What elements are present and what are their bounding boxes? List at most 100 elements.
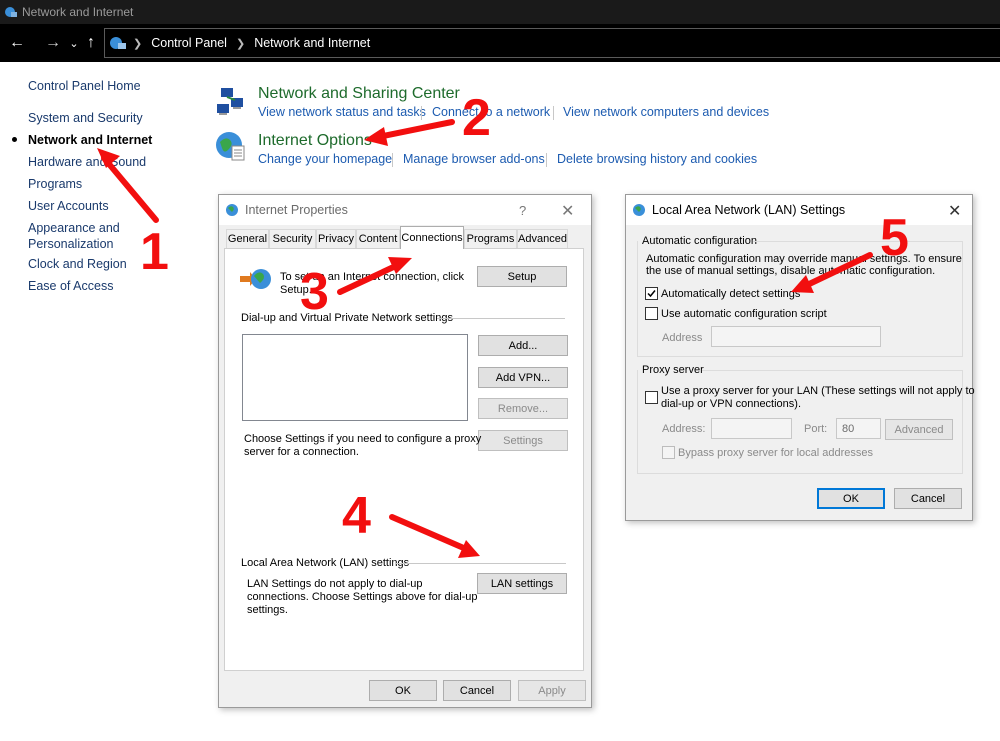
ok-button[interactable]: OK xyxy=(817,488,885,509)
sidebar-item-network-and-internet[interactable]: Network and Internet xyxy=(28,132,152,148)
navigation-bar: ← → ⌄ ↑ ❯ Control Panel ❯ Network and In… xyxy=(0,24,1000,62)
network-icon xyxy=(110,37,126,49)
bypass-proxy-label[interactable]: Bypass proxy server for local addresses xyxy=(678,447,873,460)
tab-programs[interactable]: Programs xyxy=(464,229,517,248)
dialog-title: Local Area Network (LAN) Settings xyxy=(652,203,846,217)
back-arrow-icon[interactable]: ← xyxy=(4,24,30,62)
tab-content[interactable]: Content xyxy=(356,229,400,248)
lan-description: LAN Settings do not apply to dial-up xyxy=(247,578,423,590)
up-arrow-icon[interactable]: ↑ xyxy=(82,24,100,62)
ok-button[interactable]: OK xyxy=(369,680,437,701)
window-title: Network and Internet xyxy=(22,5,134,19)
chevron-right-icon: ❯ xyxy=(235,37,246,50)
bypass-proxy-checkbox[interactable] xyxy=(662,446,675,459)
link-separator xyxy=(553,106,554,120)
sidebar-item-label: Appearance and xyxy=(28,221,120,235)
tab-privacy[interactable]: Privacy xyxy=(316,229,356,248)
add-vpn-button[interactable]: Add VPN... xyxy=(478,367,568,388)
view-network-computers-link[interactable]: View network computers and devices xyxy=(563,105,769,119)
sidebar-item-user-accounts[interactable]: User Accounts xyxy=(28,198,109,214)
breadcrumb-control-panel[interactable]: Control Panel xyxy=(151,36,227,50)
address-bar[interactable]: ❯ Control Panel ❯ Network and Internet xyxy=(104,28,1000,58)
chevron-down-icon[interactable]: ⌄ xyxy=(66,24,82,62)
auto-detect-label[interactable]: Automatically detect settings xyxy=(661,288,800,301)
cancel-button[interactable]: Cancel xyxy=(443,680,511,701)
window-title-bar: Network and Internet xyxy=(0,0,1000,24)
close-icon[interactable]: ✕ xyxy=(561,201,574,221)
remove-button[interactable]: Remove... xyxy=(478,398,568,419)
annotation-step-4: 4 xyxy=(342,487,371,545)
sidebar-item-system-and-security[interactable]: System and Security xyxy=(28,110,143,126)
apply-button[interactable]: Apply xyxy=(518,680,586,701)
dialog-title-bar: Internet Properties ? ✕ xyxy=(219,195,591,225)
network-sharing-center-title[interactable]: Network and Sharing Center xyxy=(258,85,460,103)
lan-description-line2: connections. Choose Settings above for d… xyxy=(247,591,478,603)
lan-settings-button[interactable]: LAN settings xyxy=(477,573,567,594)
sidebar-item-control-panel-home[interactable]: Control Panel Home xyxy=(28,78,141,94)
sidebar-item-programs[interactable]: Programs xyxy=(28,176,82,192)
annotation-step-1: 1 xyxy=(140,223,169,281)
active-bullet xyxy=(12,137,17,142)
proxy-hint: Choose Settings if you need to configure… xyxy=(244,433,482,445)
internet-options-icon xyxy=(633,204,645,216)
chevron-right-icon: ❯ xyxy=(133,37,143,50)
proxy-address-label: Address: xyxy=(662,423,706,435)
network-icon xyxy=(5,7,17,17)
tab-connections[interactable]: Connections xyxy=(400,226,464,249)
use-proxy-checkbox[interactable] xyxy=(645,391,658,404)
change-homepage-link[interactable]: Change your homepage xyxy=(258,152,392,166)
sidebar-item-ease-of-access[interactable]: Ease of Access xyxy=(28,278,113,294)
auto-config-script-label[interactable]: Use automatic configuration script xyxy=(661,308,827,321)
annotation-step-5: 5 xyxy=(880,209,909,267)
sidebar-item-label: Personalization xyxy=(28,237,114,251)
divider xyxy=(437,318,565,319)
use-proxy-label[interactable]: Use a proxy server for your LAN (These s… xyxy=(661,385,975,398)
link-separator xyxy=(546,153,547,167)
checkmark-icon xyxy=(647,290,656,298)
view-network-status-link[interactable]: View network status and tasks xyxy=(258,105,426,119)
internet-options-title[interactable]: Internet Options xyxy=(258,132,372,150)
settings-button[interactable]: Settings xyxy=(478,430,568,451)
forward-arrow-icon[interactable]: → xyxy=(40,24,66,62)
link-separator xyxy=(421,106,422,120)
annotation-step-3: 3 xyxy=(300,263,329,321)
tab-general[interactable]: General xyxy=(226,229,269,248)
sidebar-item-clock-and-region[interactable]: Clock and Region xyxy=(28,256,127,272)
port-label: Port: xyxy=(804,423,828,435)
connections-list[interactable] xyxy=(242,334,468,421)
sidebar-item-hardware-and-sound[interactable]: Hardware and Sound xyxy=(28,154,146,170)
network-sharing-center-icon xyxy=(217,88,243,115)
dialog-title: Internet Properties xyxy=(245,203,348,217)
script-address-input[interactable] xyxy=(711,326,881,347)
tab-advanced[interactable]: Advanced xyxy=(517,229,568,248)
manage-browser-addons-link[interactable]: Manage browser add-ons xyxy=(403,152,545,166)
divider xyxy=(702,370,963,371)
tab-security[interactable]: Security xyxy=(269,229,316,248)
use-proxy-label-line2: dial-up or VPN connections). xyxy=(661,398,802,410)
auto-detect-checkbox[interactable] xyxy=(645,287,658,300)
add-button[interactable]: Add... xyxy=(478,335,568,356)
annotation-step-2: 2 xyxy=(462,89,491,147)
connect-to-network-link[interactable]: Connect to a network xyxy=(432,105,550,119)
dialog-title-bar: Local Area Network (LAN) Settings ✕ xyxy=(626,195,972,225)
port-input[interactable]: 80 xyxy=(836,418,881,439)
close-icon[interactable]: ✕ xyxy=(948,201,961,221)
breadcrumb-network-and-internet[interactable]: Network and Internet xyxy=(254,36,370,50)
proxy-address-input[interactable] xyxy=(711,418,792,439)
dialup-vpn-header: Dial-up and Virtual Private Network sett… xyxy=(241,312,453,324)
setup-button[interactable]: Setup xyxy=(477,266,567,287)
sidebar-item-appearance-and-personalization[interactable]: Appearance and Personalization xyxy=(28,220,120,252)
cancel-button[interactable]: Cancel xyxy=(894,488,962,509)
link-separator xyxy=(392,153,393,167)
connection-globe-icon xyxy=(240,269,271,289)
auto-config-script-checkbox[interactable] xyxy=(645,307,658,320)
internet-options-icon xyxy=(226,204,238,216)
proxy-hint-line2: server for a connection. xyxy=(244,446,359,458)
advanced-button[interactable]: Advanced xyxy=(885,419,953,440)
divider xyxy=(753,241,963,242)
arrow-2 xyxy=(375,119,455,140)
help-button[interactable]: ? xyxy=(519,203,526,218)
internet-options-icon xyxy=(216,132,245,161)
sidebar: Control Panel Home System and Security N… xyxy=(0,62,205,741)
delete-browsing-history-link[interactable]: Delete browsing history and cookies xyxy=(557,152,757,166)
